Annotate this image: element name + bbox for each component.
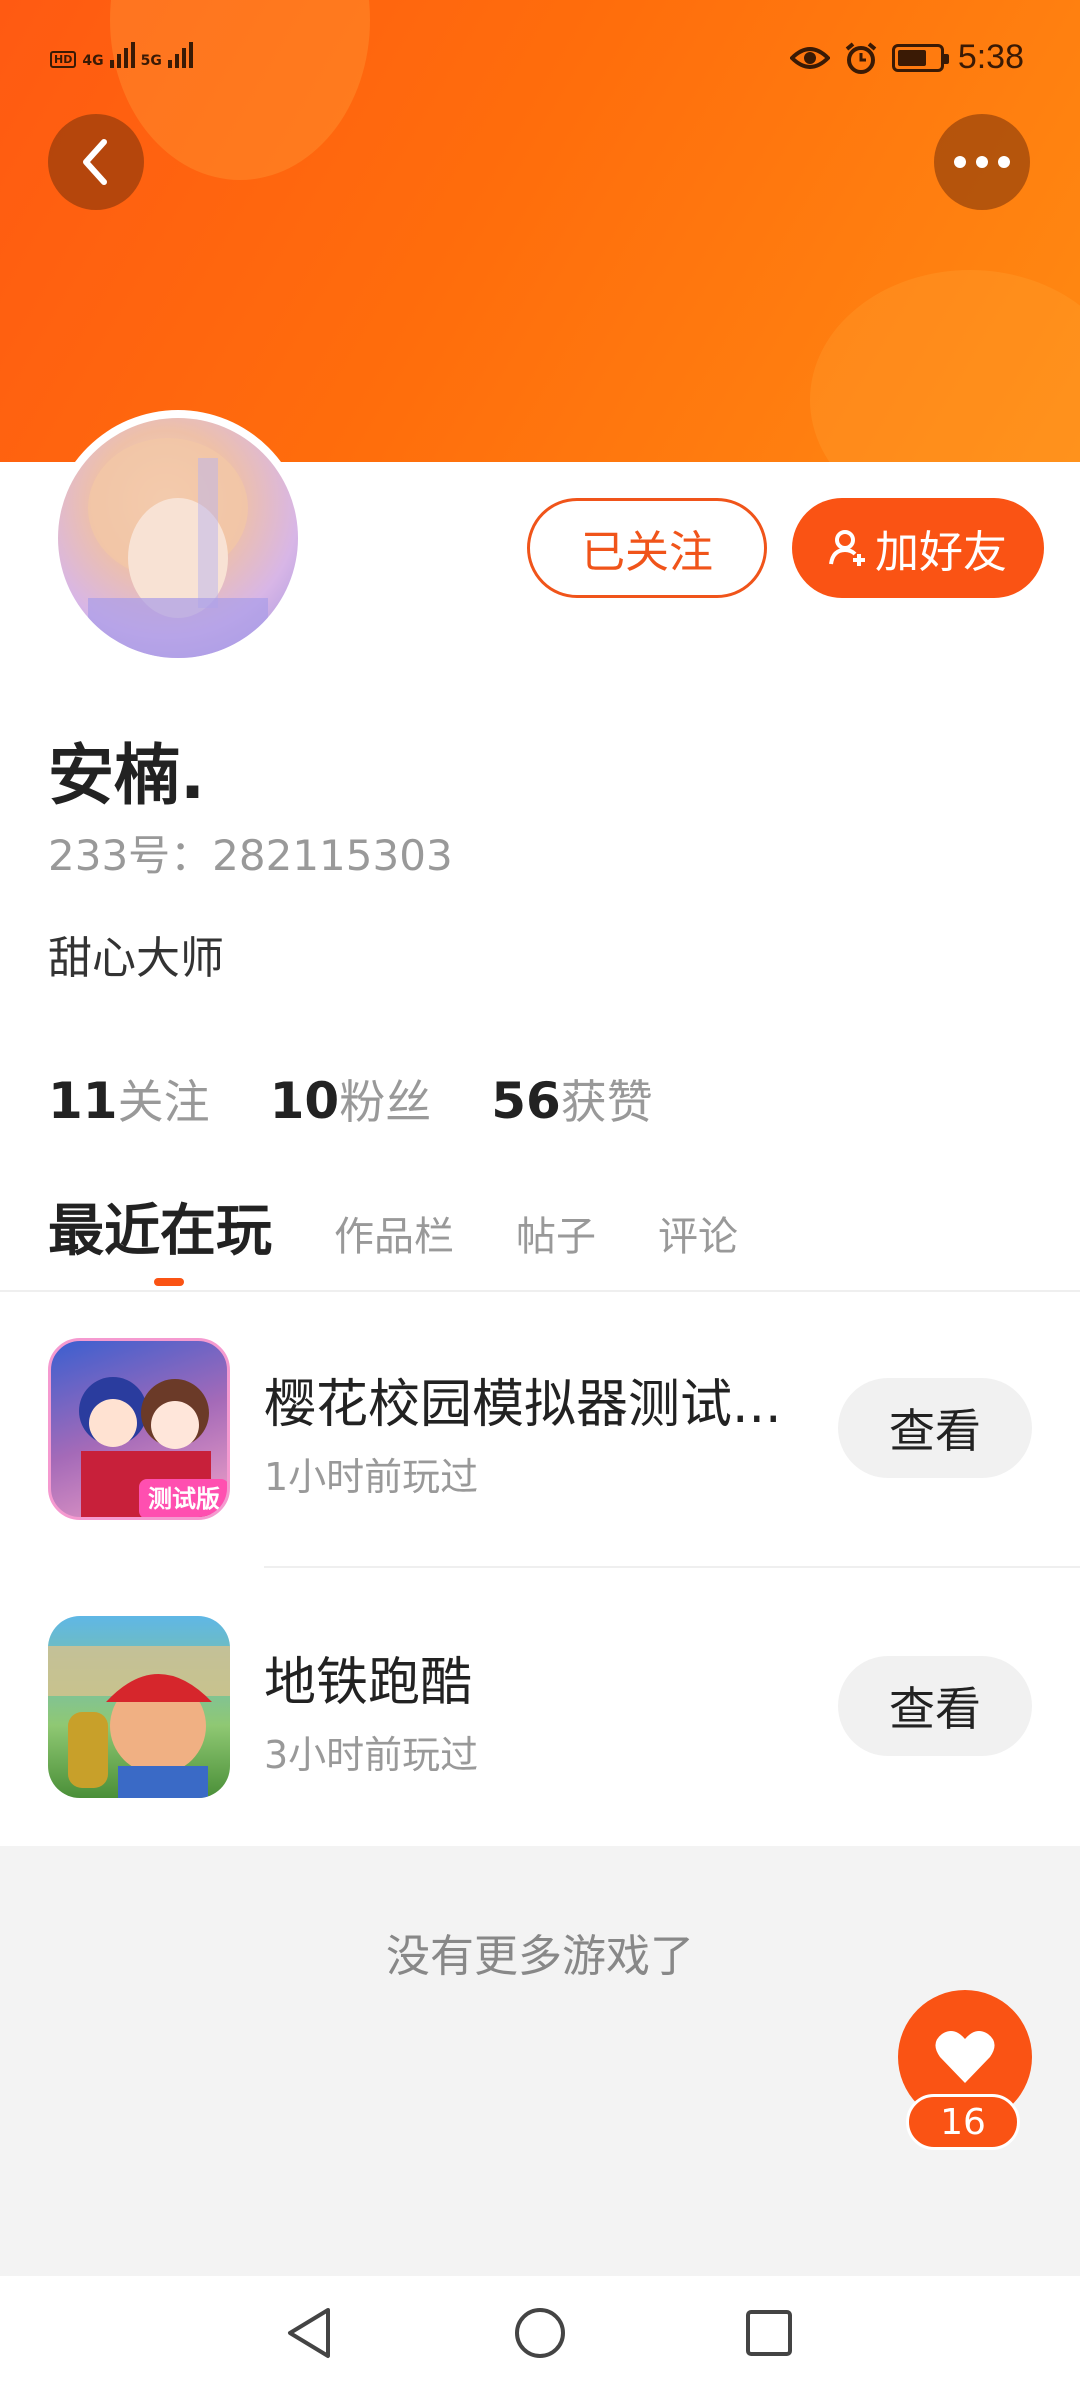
stat-followers[interactable]: 10粉丝 <box>270 1066 432 1132</box>
view-button[interactable]: 查看 <box>838 1656 1032 1756</box>
add-user-icon <box>829 530 865 566</box>
nav-back-button[interactable] <box>274 2298 344 2368</box>
tab-comments[interactable]: 评论 <box>658 1204 738 1262</box>
game-last-played: 1小时前玩过 <box>264 1455 479 1499</box>
square-recents-icon <box>746 2310 792 2356</box>
circle-home-icon <box>515 2308 565 2358</box>
battery-level <box>897 49 926 66</box>
tab-recent-play[interactable]: 最近在玩 <box>48 1186 272 1267</box>
banner-decor <box>810 270 1080 462</box>
profile-id: 233号：282115303 <box>48 831 453 880</box>
profile-tabs: 最近在玩 作品栏 帖子 评论 <box>48 1186 800 1267</box>
tab-posts[interactable]: 帖子 <box>516 1204 596 1262</box>
avatar[interactable] <box>50 410 306 666</box>
game-last-played: 3小时前玩过 <box>264 1733 479 1777</box>
network-status: HD 4G 5G <box>50 38 193 68</box>
banner-decor <box>110 0 370 180</box>
no-more-games-text: 没有更多游戏了 <box>386 1931 694 1982</box>
game-icon-badge: 测试版 <box>148 1485 220 1513</box>
list-item[interactable]: 地铁跑酷 3小时前玩过 查看 <box>0 1568 1080 1844</box>
profile-bio: 甜心大师 <box>48 933 224 984</box>
status-icons: 5:38 <box>789 38 1024 77</box>
list-item[interactable]: 测试版 樱花校园模拟器测试... 1小时前玩过 查看 <box>0 1290 1080 1566</box>
profile-stats: 11关注 10粉丝 56获赞 <box>48 1066 653 1132</box>
battery-icon <box>891 43 949 72</box>
hd-icon: HD <box>50 51 77 68</box>
triangle-back-icon <box>288 2308 330 2358</box>
active-tab-indicator <box>154 1278 184 1286</box>
stat-likes[interactable]: 56获赞 <box>491 1066 653 1132</box>
network-type-1: 4G <box>82 53 104 69</box>
eye-icon <box>789 46 830 69</box>
profile-name: 安楠. <box>48 737 206 814</box>
game-icon <box>48 1616 230 1798</box>
stat-following[interactable]: 11关注 <box>48 1066 210 1132</box>
status-bar: HD 4G 5G 5:38 <box>0 30 1080 90</box>
nav-home-button[interactable] <box>505 2298 575 2368</box>
clock: 5:38 <box>957 38 1024 76</box>
chevron-left-icon <box>83 139 107 185</box>
back-button[interactable] <box>48 114 144 210</box>
alarm-icon <box>845 41 877 74</box>
game-title: 地铁跑酷 <box>264 1653 473 1713</box>
signal-icon <box>167 38 193 68</box>
more-button[interactable] <box>934 114 1030 210</box>
game-icon: 测试版 <box>48 1338 230 1520</box>
heart-icon <box>935 2030 995 2083</box>
like-count-badge: 16 <box>906 2094 1020 2150</box>
nav-recents-button[interactable] <box>734 2298 804 2368</box>
system-navigation-bar <box>0 2276 1080 2388</box>
game-title: 樱花校园模拟器测试... <box>264 1375 782 1435</box>
tab-works[interactable]: 作品栏 <box>334 1204 454 1262</box>
add-friend-button[interactable]: 加好友 <box>792 498 1044 598</box>
network-type-2: 5G <box>140 53 162 69</box>
profile-page: HD 4G 5G 5:38 已关注 加好友 安楠. 233号：282115303… <box>0 0 1080 2388</box>
followed-button[interactable]: 已关注 <box>527 498 767 598</box>
view-button[interactable]: 查看 <box>838 1378 1032 1478</box>
more-dots-icon <box>954 156 1010 168</box>
avatar-image <box>58 418 298 658</box>
signal-icon <box>109 38 135 68</box>
add-friend-label: 加好友 <box>875 527 1007 578</box>
